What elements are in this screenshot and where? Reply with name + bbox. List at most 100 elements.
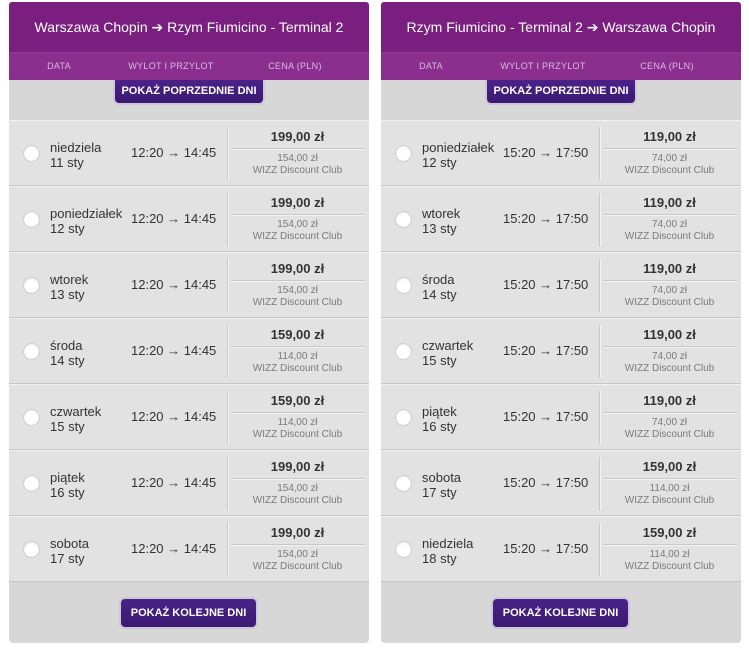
price-cell: 199,00 zł 154,00 zł WIZZ Discount Club [227,451,367,515]
regular-price: 159,00 zł [270,393,325,408]
departure-arrival-times: 12:20 → 14:45 [131,145,217,160]
horizontal-divider [603,280,737,281]
flight-option-row[interactable]: poniedziałek 12 sty 12:20 → 14:45 199,00… [9,186,369,252]
price-cell: 199,00 zł 154,00 zł WIZZ Discount Club [227,121,367,185]
flight-option-row[interactable]: czwartek 15 sty 15:20 → 17:50 119,00 zł … [381,318,741,384]
day-name: piątek [422,404,457,419]
flight-select-radio[interactable] [23,277,40,294]
departure-arrival-times: 12:20 → 14:45 [131,343,217,358]
discount-club-price: 154,00 zł [277,285,318,296]
date-label: 14 sty [50,353,85,368]
horizontal-divider [603,346,737,347]
horizontal-divider [231,478,365,479]
day-name: piątek [50,470,85,485]
column-header-date: DATA [47,61,71,71]
date-label: 18 sty [422,551,457,566]
discount-club-label: WIZZ Discount Club [252,165,343,176]
discount-club-price: 154,00 zł [277,549,318,560]
day-name: środa [50,338,83,353]
departure-arrival-times: 12:20 → 14:45 [131,211,217,226]
flight-select-radio[interactable] [395,343,412,360]
day-name: wtorek [50,272,89,287]
discount-club-price: 114,00 zł [277,417,318,428]
flight-option-row[interactable]: środa 14 sty 15:20 → 17:50 119,00 zł 74,… [381,252,741,318]
date-label: 13 sty [50,287,85,302]
column-header-times: WYLOT I PRZYLOT [128,61,214,71]
price-cell: 159,00 zł 114,00 zł WIZZ Discount Club [227,319,367,383]
departure-arrival-times: 12:20 → 14:45 [131,475,217,490]
regular-price: 119,00 zł [643,195,696,210]
flight-select-radio[interactable] [23,409,40,426]
departure-arrival-times: 15:20 → 17:50 [503,145,589,160]
horizontal-divider [231,544,365,545]
day-name: czwartek [50,404,102,419]
price-cell: 199,00 zł 154,00 zł WIZZ Discount Club [227,253,367,317]
date-label: 16 sty [50,485,85,500]
date-label: 14 sty [422,287,457,302]
show-next-days-button[interactable]: POKAŻ KOLEJNE DNI [491,597,630,629]
flight-option-row[interactable]: środa 14 sty 12:20 → 14:45 159,00 zł 114… [9,318,369,384]
flight-option-row[interactable]: sobota 17 sty 15:20 → 17:50 159,00 zł 11… [381,450,741,516]
flight-option-row[interactable]: poniedziałek 12 sty 15:20 → 17:50 119,00… [381,120,741,186]
flight-option-row[interactable]: niedziela 11 sty 12:20 → 14:45 199,00 zł… [9,120,369,186]
column-headers: DATA WYLOT I PRZYLOT CENA (PLN) [381,52,741,80]
flight-select-radio[interactable] [395,145,412,162]
discount-club-price: 74,00 zł [651,153,688,164]
horizontal-divider [231,148,365,149]
flight-option-row[interactable]: czwartek 15 sty 12:20 → 14:45 159,00 zł … [9,384,369,450]
flight-select-radio[interactable] [23,211,40,228]
discount-club-label: WIZZ Discount Club [624,231,715,242]
flight-option-row[interactable]: piątek 16 sty 15:20 → 17:50 119,00 zł 74… [381,384,741,450]
flight-select-radio[interactable] [395,409,412,426]
discount-club-label: WIZZ Discount Club [624,363,715,374]
regular-price: 199,00 zł [270,261,325,276]
price-cell: 199,00 zł 154,00 zł WIZZ Discount Club [227,187,367,251]
regular-price: 199,00 zł [270,129,325,144]
flight-select-radio[interactable] [23,475,40,492]
flight-select-radio[interactable] [23,145,40,162]
regular-price: 119,00 zł [643,393,696,408]
day-name: poniedziałek [422,140,495,155]
discount-club-label: WIZZ Discount Club [624,429,715,440]
horizontal-divider [603,214,737,215]
flight-select-radio[interactable] [23,343,40,360]
column-header-price: CENA (PLN) [268,61,322,71]
show-previous-days-button[interactable]: POKAŻ POPRZEDNIE DNI [485,80,637,105]
horizontal-divider [231,346,365,347]
horizontal-divider [603,544,737,545]
date-label: 11 sty [50,155,84,170]
flight-option-row[interactable]: wtorek 13 sty 15:20 → 17:50 119,00 zł 74… [381,186,741,252]
price-cell: 199,00 zł 154,00 zł WIZZ Discount Club [227,517,367,581]
discount-club-price: 154,00 zł [277,483,318,494]
horizontal-divider [603,478,737,479]
show-previous-days-button[interactable]: POKAŻ POPRZEDNIE DNI [113,80,265,105]
route-title: Warszawa Chopin ➔ Rzym Fiumicino - Termi… [9,2,369,52]
flight-select-radio[interactable] [395,277,412,294]
column-headers: DATA WYLOT I PRZYLOT CENA (PLN) [9,52,369,80]
day-name: niedziela [50,140,102,155]
price-cell: 119,00 zł 74,00 zł WIZZ Discount Club [599,121,739,185]
flight-select-radio[interactable] [395,475,412,492]
show-next-days-button[interactable]: POKAŻ KOLEJNE DNI [119,597,258,629]
flight-option-row[interactable]: wtorek 13 sty 12:20 → 14:45 199,00 zł 15… [9,252,369,318]
flight-option-row[interactable]: piątek 16 sty 12:20 → 14:45 199,00 zł 15… [9,450,369,516]
price-cell: 119,00 zł 74,00 zł WIZZ Discount Club [599,319,739,383]
date-label: 17 sty [50,551,85,566]
flight-select-radio[interactable] [395,541,412,558]
flight-select-radio[interactable] [23,541,40,558]
flight-option-row[interactable]: sobota 17 sty 12:20 → 14:45 199,00 zł 15… [9,516,369,582]
departure-arrival-times: 12:20 → 14:45 [131,409,217,424]
flight-option-row[interactable]: niedziela 18 sty 15:20 → 17:50 159,00 zł… [381,516,741,582]
discount-club-label: WIZZ Discount Club [252,495,343,506]
regular-price: 119,00 zł [643,129,696,144]
discount-club-price: 154,00 zł [277,153,318,164]
regular-price: 199,00 zł [270,459,325,474]
discount-club-label: WIZZ Discount Club [252,297,343,308]
day-name: poniedziałek [50,206,123,221]
regular-price: 199,00 zł [270,525,325,540]
regular-price: 199,00 zł [270,195,325,210]
regular-price: 159,00 zł [270,327,325,342]
flight-select-radio[interactable] [395,211,412,228]
departure-arrival-times: 15:20 → 17:50 [503,475,589,490]
day-name: wtorek [422,206,461,221]
